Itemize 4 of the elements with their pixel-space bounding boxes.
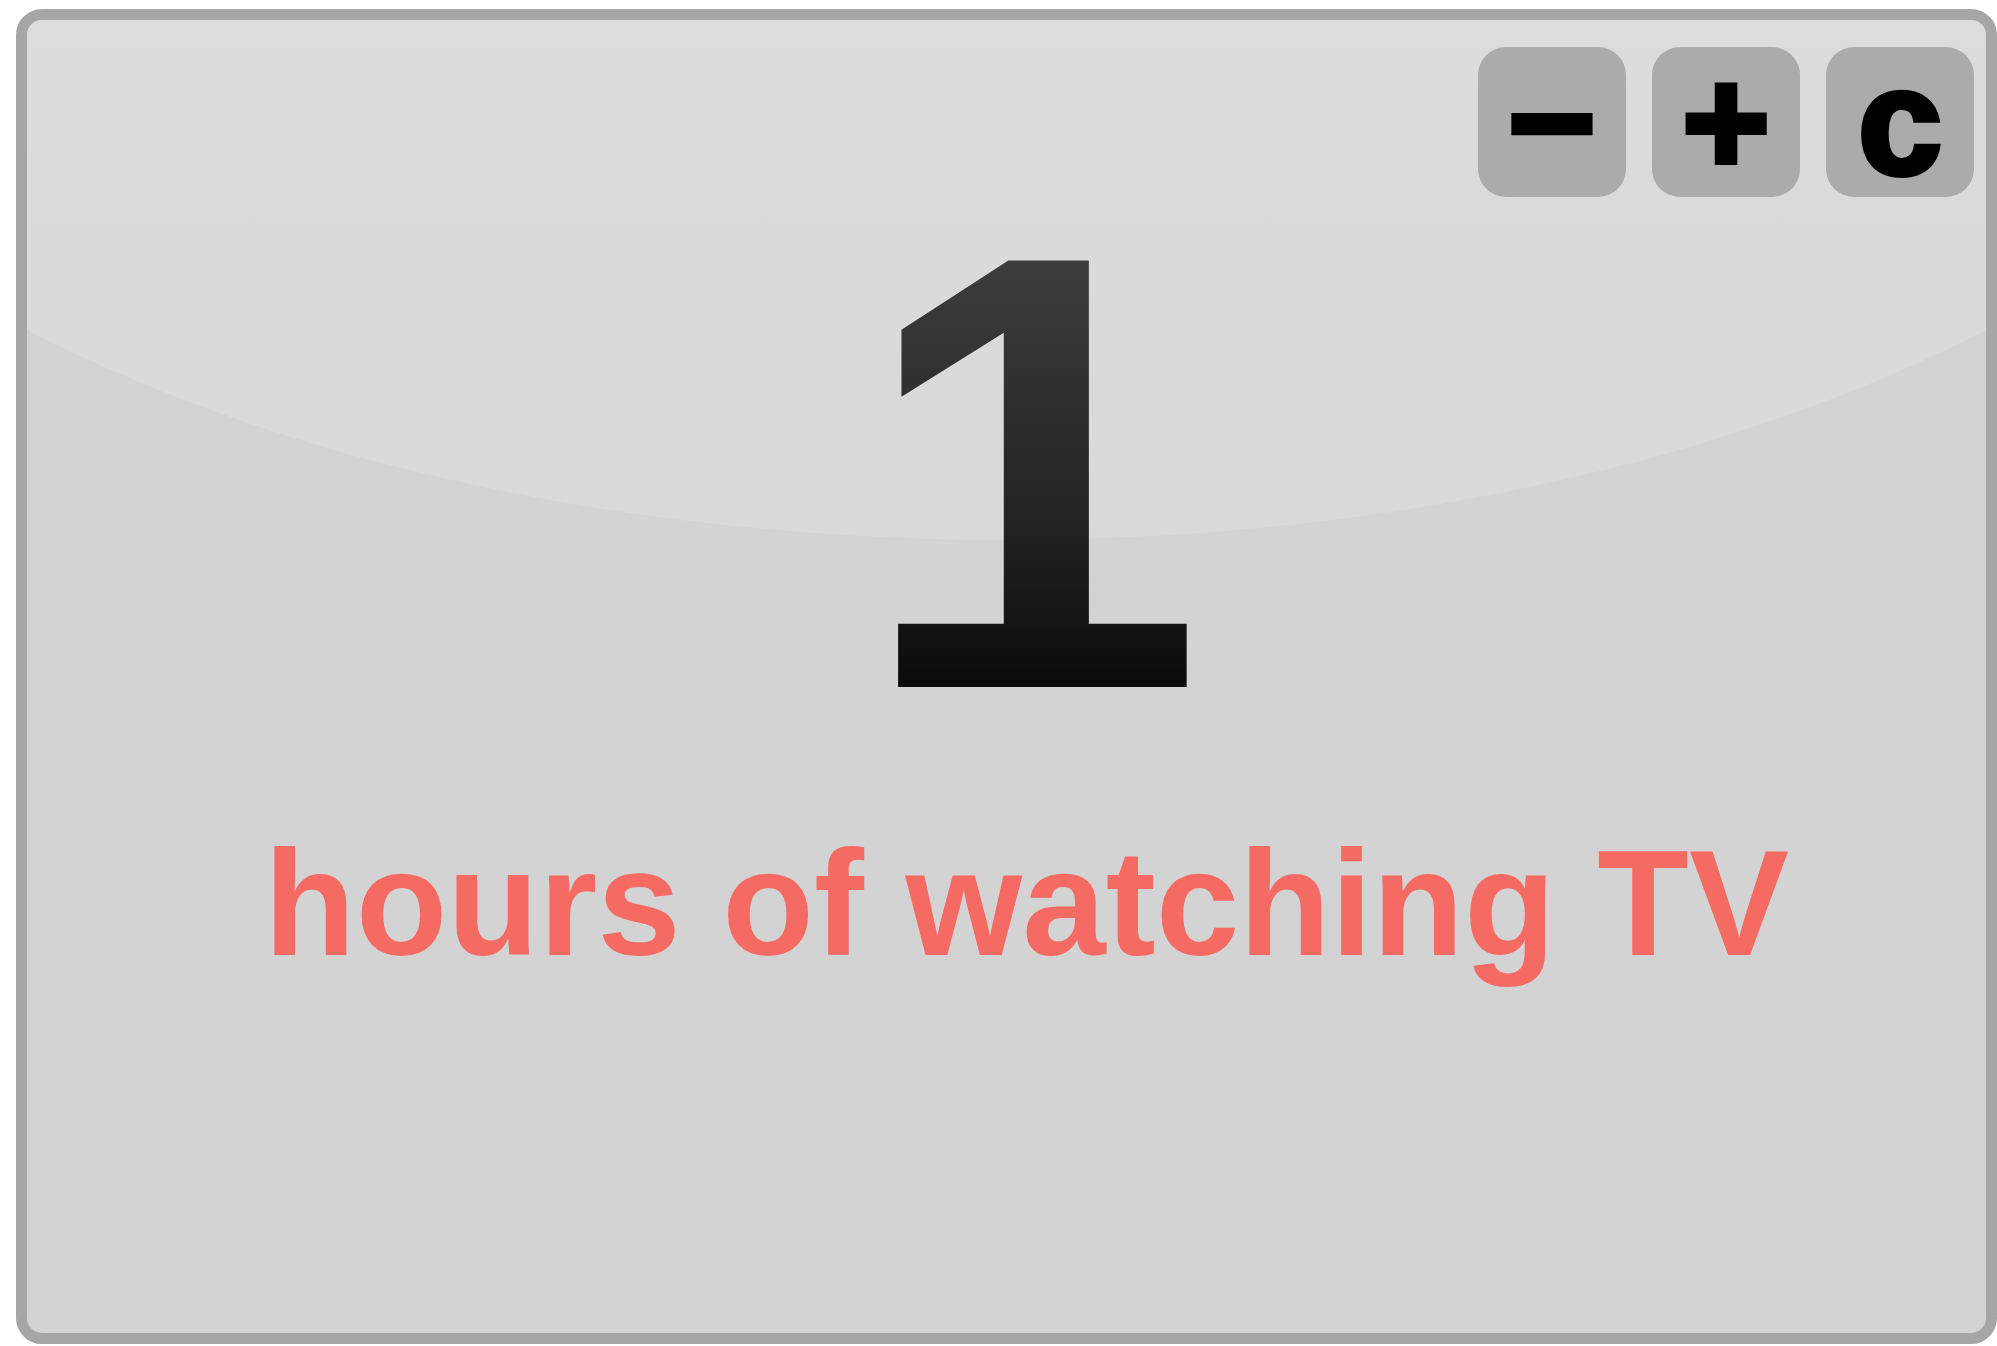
counter-label: hours of watching TV xyxy=(264,818,1789,990)
counter-button[interactable]: − xyxy=(1478,47,1626,197)
counter-button[interactable]: + xyxy=(1652,47,1800,197)
counter-button[interactable]: c xyxy=(1826,47,1974,197)
